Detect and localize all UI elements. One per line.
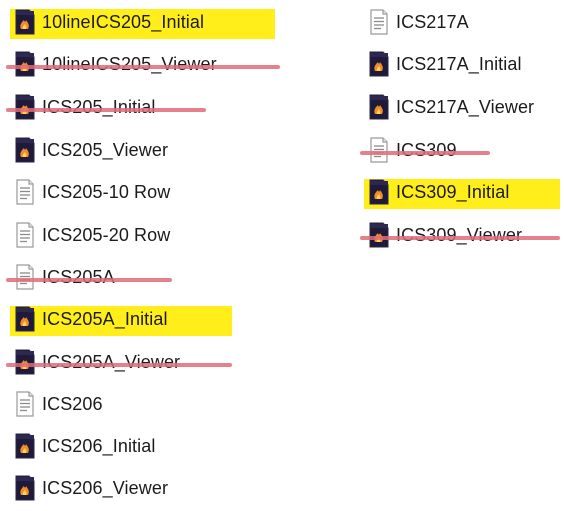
file-name-label: ICS205-10 Row: [42, 182, 171, 202]
file-item-ics309-viewer[interactable]: ICS309_Viewer: [360, 216, 560, 254]
file-name-label: ICS205A_Initial: [42, 309, 168, 329]
pdf-doc-icon: [368, 179, 390, 205]
file-item-ics205-viewer[interactable]: ICS205_Viewer: [14, 131, 168, 169]
file-item-10lineics205-viewer[interactable]: 10lineICS205_Viewer: [6, 45, 280, 83]
file-item-ics217a[interactable]: ICS217A: [368, 3, 469, 41]
pdf-doc-icon: [14, 475, 36, 501]
file-name-label: ICS206_Viewer: [42, 478, 169, 498]
file-item-ics309-initial[interactable]: ICS309_Initial: [364, 173, 560, 211]
file-item-ics205-initial[interactable]: ICS205_Initial: [6, 88, 206, 126]
text-doc-icon: [14, 179, 36, 205]
file-item-ics206-initial[interactable]: ICS206_Initial: [14, 427, 155, 465]
pdf-doc-icon: [14, 306, 36, 332]
file-item-ics217a-initial[interactable]: ICS217A_Initial: [368, 45, 522, 83]
file-name-label: ICS217A_Initial: [396, 54, 522, 74]
file-item-ics205a-viewer[interactable]: ICS205A_Viewer: [6, 343, 232, 381]
strikethrough-mark: [360, 236, 560, 240]
pdf-doc-icon: [14, 51, 36, 77]
text-doc-icon: [368, 9, 390, 35]
pdf-doc-icon: [14, 349, 36, 375]
file-name-label: ICS217A_Viewer: [396, 97, 535, 117]
pdf-doc-icon: [368, 51, 390, 77]
file-name-label: ICS206: [42, 394, 103, 414]
file-item-ics217a-viewer[interactable]: ICS217A_Viewer: [368, 88, 534, 126]
pdf-doc-icon: [14, 9, 36, 35]
pdf-doc-icon: [368, 222, 390, 248]
file-item-ics206-viewer[interactable]: ICS206_Viewer: [14, 469, 168, 507]
strikethrough-mark: [6, 108, 206, 112]
file-name-label: ICS205A: [42, 267, 115, 287]
file-item-ics205a-initial[interactable]: ICS205A_Initial: [10, 300, 232, 338]
file-name-label: 10lineICS205_Viewer: [42, 54, 217, 74]
pdf-doc-icon: [14, 94, 36, 120]
text-doc-icon: [14, 222, 36, 248]
text-doc-icon: [14, 391, 36, 417]
file-name-label: ICS205A_Viewer: [42, 352, 181, 372]
file-name-label: ICS309: [396, 140, 457, 160]
file-name-label: ICS217A: [396, 12, 469, 32]
file-name-label: ICS205_Viewer: [42, 140, 169, 160]
file-item-10lineics205-initial[interactable]: 10lineICS205_Initial: [10, 3, 275, 41]
file-item-ics309[interactable]: ICS309: [360, 131, 490, 169]
file-name-label: 10lineICS205_Initial: [42, 12, 205, 32]
file-name-label: ICS205_Initial: [42, 97, 156, 117]
pdf-doc-icon: [14, 433, 36, 459]
file-item-ics205-20-row[interactable]: ICS205-20 Row: [14, 216, 170, 254]
file-item-ics205-10-row[interactable]: ICS205-10 Row: [14, 173, 170, 211]
file-name-label: ICS205-20 Row: [42, 225, 171, 245]
pdf-doc-icon: [14, 137, 36, 163]
pdf-doc-icon: [368, 94, 390, 120]
file-item-ics206[interactable]: ICS206: [14, 385, 103, 423]
file-name-label: ICS206_Initial: [42, 436, 156, 456]
strikethrough-mark: [360, 151, 490, 155]
file-item-ics205a[interactable]: ICS205A: [6, 258, 172, 296]
strikethrough-mark: [6, 363, 232, 367]
file-name-label: ICS309_Viewer: [396, 225, 523, 245]
strikethrough-mark: [6, 65, 280, 69]
file-name-label: ICS309_Initial: [396, 182, 510, 202]
text-doc-icon: [368, 137, 390, 163]
text-doc-icon: [14, 264, 36, 290]
strikethrough-mark: [6, 278, 172, 282]
